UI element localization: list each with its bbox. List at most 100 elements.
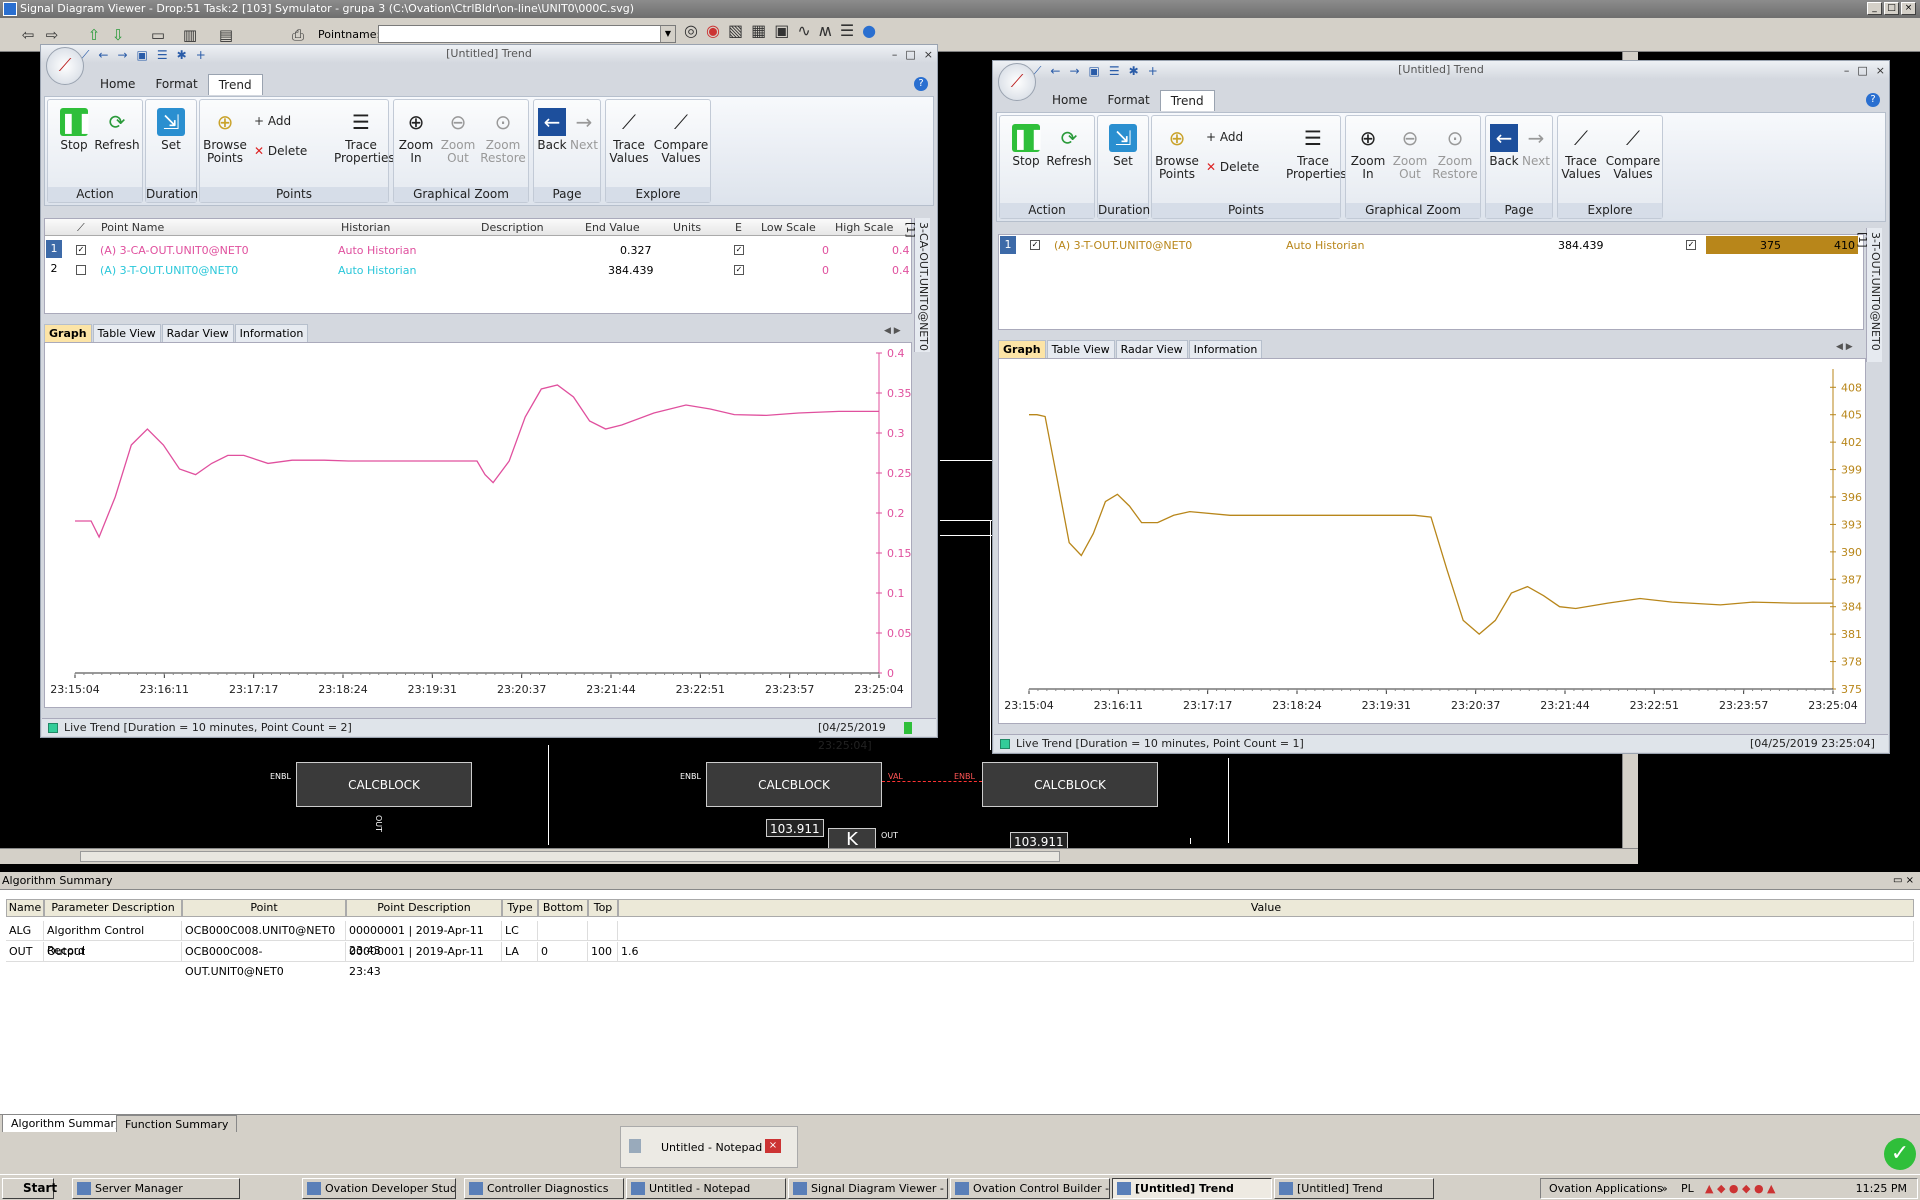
task-trend[interactable]: [Untitled] Trend (1274, 1178, 1434, 1199)
zoom-restore-button[interactable]: ⊙ Zoom Restore (1432, 124, 1478, 181)
tab-trend[interactable]: Trend (207, 74, 263, 95)
app-menu-button[interactable]: ⟋ (46, 47, 84, 85)
calc-block[interactable]: CALCBLOCK (706, 762, 882, 807)
tab-radar-view[interactable]: Radar View (161, 324, 234, 342)
col-high-scale[interactable]: High Scale (835, 221, 893, 234)
pointname-input[interactable] (378, 25, 676, 43)
col-point-name[interactable]: Point Name (101, 221, 164, 234)
calc-block[interactable]: CALCBLOCK (982, 762, 1158, 807)
forward-icon[interactable]: → (1069, 62, 1079, 80)
point-name[interactable]: (A) 3-T-OUT.UNIT0@NET0 (100, 264, 238, 277)
trace-values-button[interactable]: ⟋ Trace Values (1560, 124, 1602, 181)
minimize-button[interactable]: – (892, 46, 898, 64)
language-indicator[interactable]: PL (1681, 1179, 1694, 1198)
zoom-out-button[interactable]: ⊖ Zoom Out (438, 108, 478, 165)
horizontal-scrollbar[interactable] (0, 848, 1638, 864)
set-icon[interactable]: ▣ (1089, 62, 1100, 80)
zoom-in-button[interactable]: ⊕ Zoom In (396, 108, 436, 165)
stop-button[interactable]: ❚❚ Stop (54, 108, 94, 152)
signal-icon[interactable]: ∿ (797, 21, 810, 40)
browse-points-button[interactable]: ⊕ Browse Points (1154, 124, 1200, 181)
point-name[interactable]: (A) 3-T-OUT.UNIT0@NET0 (1054, 239, 1192, 252)
col-header[interactable]: Value (618, 899, 1914, 917)
tab-scroll-arrows[interactable]: ◀ ▶ (1836, 342, 1853, 352)
check-icon[interactable]: ✓ (1884, 1138, 1916, 1170)
point-name[interactable]: (A) 3-CA-OUT.UNIT0@NET0 (100, 244, 249, 257)
refresh-button[interactable]: ⟳ Refresh (1046, 124, 1092, 168)
list-icon[interactable]: ☰ (1109, 62, 1120, 80)
tab-graph[interactable]: Graph (998, 340, 1046, 358)
col-units[interactable]: Units (673, 221, 701, 234)
help-icon[interactable]: ? (914, 77, 928, 91)
col-header[interactable]: Point (182, 899, 346, 917)
col-historian[interactable]: Historian (341, 221, 390, 234)
trace-properties-button[interactable]: ☰ Trace Properties (1286, 124, 1347, 181)
maximize-button[interactable]: □ (1884, 2, 1899, 15)
list-icon[interactable]: ☰ (157, 46, 168, 64)
enable-checkbox[interactable]: ✓ (734, 265, 744, 275)
side-panel-label[interactable]: 3-T-OUT.UNIT0@NET0 [1] (1856, 228, 1882, 362)
pin-icon[interactable]: ✱ (177, 46, 187, 64)
trace-checkbox[interactable]: ✓ (1030, 240, 1040, 250)
list-icon[interactable]: ☰ (840, 21, 854, 40)
delete-button[interactable]: ✕ Delete (254, 144, 307, 158)
col-end-value[interactable]: End Value (585, 221, 640, 234)
col-header[interactable]: Parameter Description (44, 899, 182, 917)
col-header[interactable]: Point Description (346, 899, 502, 917)
tab-trend[interactable]: Trend (1159, 90, 1215, 111)
search-icon[interactable]: ◎ (684, 21, 698, 40)
task-control-builder[interactable]: Ovation Control Builder -... (950, 1178, 1110, 1199)
enable-checkbox[interactable]: ✓ (1686, 240, 1696, 250)
stop-button[interactable]: ❚❚ Stop (1006, 124, 1046, 168)
help-icon[interactable]: ● (862, 21, 876, 40)
col-header[interactable]: Name (6, 899, 44, 917)
task-notepad[interactable]: Untitled - Notepad (626, 1178, 786, 1199)
tab-format[interactable]: Format (1097, 90, 1159, 111)
browse-points-button[interactable]: ⊕ Browse Points (202, 108, 248, 165)
tab-algorithm-summary[interactable]: Algorithm Summary (2, 1115, 131, 1133)
col-header[interactable]: Top (588, 899, 618, 917)
col-description[interactable]: Description (481, 221, 544, 234)
col-low-scale[interactable]: Low Scale (761, 221, 816, 234)
scroll-thumb[interactable] (80, 851, 1060, 862)
app-menu-button[interactable]: ⟋ (998, 63, 1036, 101)
add-button[interactable]: + Add (1206, 130, 1243, 144)
task-signal-diagram-viewer[interactable]: Signal Diagram Viewer - ... (788, 1178, 948, 1199)
maximize-button[interactable]: □ (1857, 62, 1867, 80)
forward-icon[interactable]: → (117, 46, 127, 64)
next-button[interactable]: → Next (1520, 124, 1552, 168)
value-box[interactable]: 103.911 (766, 819, 824, 837)
task-server-manager[interactable]: Server Manager (72, 1178, 240, 1199)
back-icon[interactable]: ← (1050, 62, 1060, 80)
trace-checkbox[interactable] (76, 265, 86, 275)
counter-icon[interactable]: ▣ (774, 21, 789, 40)
col-e[interactable]: E (735, 221, 742, 234)
tab-format[interactable]: Format (145, 74, 207, 95)
zoom-restore-button[interactable]: ⊙ Zoom Restore (480, 108, 526, 165)
tab-information[interactable]: Information (1188, 340, 1263, 358)
task-ovation-dev-studio[interactable]: Ovation Developer Studio (302, 1178, 456, 1199)
tab-information[interactable]: Information (234, 324, 309, 342)
back-button[interactable]: ← Back (1488, 124, 1520, 168)
tray-apps-label[interactable]: Ovation Applications (1549, 1179, 1663, 1198)
task-trend-active[interactable]: [Untitled] Trend (1112, 1178, 1272, 1199)
set-button[interactable]: ⇲ Set (150, 108, 192, 152)
tab-table-view[interactable]: Table View (92, 324, 161, 342)
ma-icon[interactable]: ʍ (819, 21, 832, 40)
enable-checkbox[interactable]: ✓ (734, 245, 744, 255)
side-panel-label[interactable]: 3-CA-OUT.UNIT0@NET0 [1] (904, 218, 930, 352)
calc-block[interactable]: CALCBLOCK (296, 762, 472, 807)
notepad-thumbnail[interactable]: Untitled - Notepad × (620, 1126, 798, 1168)
back-arrow-icon[interactable]: ⇦ (16, 23, 40, 47)
maximize-button[interactable]: □ (905, 46, 915, 64)
refresh-button[interactable]: ⟳ Refresh (94, 108, 140, 152)
checklist-icon[interactable]: ▦ (751, 21, 766, 40)
back-icon[interactable]: ← (98, 46, 108, 64)
trace-checkbox[interactable]: ✓ (76, 245, 86, 255)
close-button[interactable]: × (1876, 62, 1885, 80)
clock[interactable]: 11:25 PM (1856, 1179, 1907, 1198)
zoom-out-button[interactable]: ⊖ Zoom Out (1390, 124, 1430, 181)
minimize-button[interactable]: – (1844, 62, 1850, 80)
tab-radar-view[interactable]: Radar View (1115, 340, 1188, 358)
trace-values-button[interactable]: ⟋ Trace Values (608, 108, 650, 165)
